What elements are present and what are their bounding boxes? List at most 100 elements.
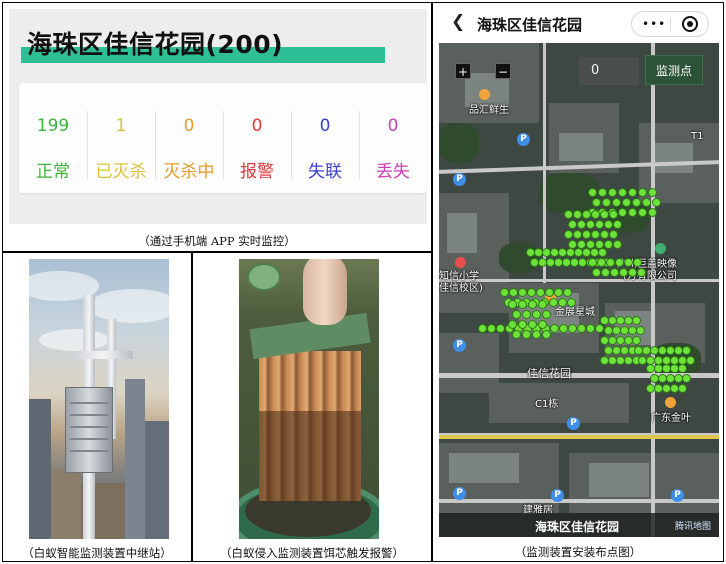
shop-poi-icon[interactable]: [479, 89, 490, 100]
monitoring-point-pin[interactable]: [510, 289, 517, 296]
monitoring-point-pin[interactable]: [671, 385, 678, 392]
monitoring-point-pin[interactable]: [563, 259, 570, 266]
monitoring-point-pin[interactable]: [601, 357, 608, 364]
satellite-map[interactable]: + − 0 监测点 品汇鲜生 T1 P P P P P P P 知信小学 佳信校…: [439, 43, 719, 537]
monitor-points-button[interactable]: 监测点: [645, 55, 703, 85]
monitoring-point-pin[interactable]: [601, 211, 608, 218]
monitoring-point-pin[interactable]: [513, 331, 520, 338]
monitoring-point-pin[interactable]: [649, 189, 656, 196]
monitoring-point-pin[interactable]: [613, 327, 620, 334]
monitoring-point-pin[interactable]: [633, 199, 640, 206]
monitoring-point-pin[interactable]: [575, 249, 582, 256]
monitoring-point-pin[interactable]: [488, 325, 495, 332]
monitoring-point-pin[interactable]: [683, 375, 690, 382]
monitoring-point-pin[interactable]: [649, 209, 656, 216]
monitoring-point-pin[interactable]: [671, 365, 678, 372]
parking-icon[interactable]: P: [671, 489, 684, 502]
monitoring-point-pin[interactable]: [603, 199, 610, 206]
monitoring-point-pin[interactable]: [667, 347, 674, 354]
monitoring-point-pin[interactable]: [655, 357, 662, 364]
monitoring-point-pin[interactable]: [528, 289, 535, 296]
monitoring-point-pin[interactable]: [609, 317, 616, 324]
monitoring-point-pin[interactable]: [596, 241, 603, 248]
monitoring-point-pin[interactable]: [679, 357, 686, 364]
monitoring-point-pin[interactable]: [647, 385, 654, 392]
monitoring-point-pin[interactable]: [651, 347, 658, 354]
monitoring-point-pin[interactable]: [567, 249, 574, 256]
monitoring-point-pin[interactable]: [539, 259, 546, 266]
monitoring-point-pin[interactable]: [643, 347, 650, 354]
parking-icon[interactable]: P: [453, 173, 466, 186]
monitoring-point-pin[interactable]: [551, 249, 558, 256]
monitoring-point-pin[interactable]: [601, 231, 608, 238]
monitoring-point-pin[interactable]: [659, 347, 666, 354]
monitoring-point-pin[interactable]: [583, 231, 590, 238]
monitoring-point-pin[interactable]: [537, 289, 544, 296]
monitoring-point-pin[interactable]: [647, 357, 654, 364]
monitoring-point-pin[interactable]: [602, 269, 609, 276]
monitoring-point-pin[interactable]: [523, 311, 530, 318]
monitoring-point-pin[interactable]: [617, 337, 624, 344]
monitoring-point-pin[interactable]: [687, 357, 694, 364]
monitoring-point-pin[interactable]: [616, 259, 623, 266]
monitoring-point-pin[interactable]: [565, 211, 572, 218]
monitoring-point-pin[interactable]: [607, 259, 614, 266]
monitoring-point-pin[interactable]: [587, 221, 594, 228]
parking-icon[interactable]: P: [453, 487, 466, 500]
cinema-poi-icon[interactable]: [655, 243, 666, 254]
monitoring-point-pin[interactable]: [497, 325, 504, 332]
monitoring-point-pin[interactable]: [593, 269, 600, 276]
parking-icon[interactable]: P: [517, 133, 530, 146]
monitoring-point-pin[interactable]: [539, 301, 546, 308]
monitoring-point-pin[interactable]: [617, 357, 624, 364]
monitoring-point-pin[interactable]: [663, 357, 670, 364]
monitoring-point-pin[interactable]: [605, 347, 612, 354]
monitoring-point-pin[interactable]: [619, 189, 626, 196]
monitoring-point-pin[interactable]: [643, 199, 650, 206]
monitoring-point-pin[interactable]: [527, 249, 534, 256]
monitoring-point-pin[interactable]: [550, 299, 557, 306]
parking-icon[interactable]: P: [567, 417, 580, 430]
monitoring-point-pin[interactable]: [547, 259, 554, 266]
parking-icon[interactable]: P: [453, 339, 466, 352]
monitoring-point-pin[interactable]: [639, 357, 646, 364]
monitoring-point-pin[interactable]: [663, 385, 670, 392]
monitoring-point-pin[interactable]: [479, 325, 486, 332]
monitoring-point-pin[interactable]: [513, 311, 520, 318]
monitoring-point-pin[interactable]: [613, 347, 620, 354]
monitoring-point-pin[interactable]: [639, 189, 646, 196]
monitoring-point-pin[interactable]: [605, 221, 612, 228]
monitoring-point-pin[interactable]: [610, 231, 617, 238]
monitoring-point-pin[interactable]: [625, 259, 632, 266]
monitoring-point-pin[interactable]: [621, 327, 628, 334]
monitoring-point-pin[interactable]: [635, 347, 642, 354]
monitoring-point-pin[interactable]: [655, 385, 662, 392]
monitoring-point-pin[interactable]: [639, 209, 646, 216]
monitoring-point-pin[interactable]: [679, 385, 686, 392]
chevron-left-icon[interactable]: ❮: [451, 12, 465, 32]
monitoring-point-pin[interactable]: [523, 331, 530, 338]
monitoring-point-pin[interactable]: [587, 325, 594, 332]
monitoring-point-pin[interactable]: [633, 317, 640, 324]
monitoring-point-pin[interactable]: [629, 189, 636, 196]
monitoring-point-pin[interactable]: [667, 375, 674, 382]
zoom-out-button[interactable]: −: [495, 63, 511, 79]
monitoring-point-pin[interactable]: [569, 325, 576, 332]
bank-poi-icon[interactable]: [665, 397, 676, 408]
monitoring-point-pin[interactable]: [543, 249, 550, 256]
monitoring-point-pin[interactable]: [579, 259, 586, 266]
monitoring-point-pin[interactable]: [592, 231, 599, 238]
monitoring-point-pin[interactable]: [578, 221, 585, 228]
monitoring-point-pin[interactable]: [555, 289, 562, 296]
monitoring-point-pin[interactable]: [559, 299, 566, 306]
monitoring-point-pin[interactable]: [671, 357, 678, 364]
monitoring-point-pin[interactable]: [543, 311, 550, 318]
monitoring-point-pin[interactable]: [609, 357, 616, 364]
monitoring-point-pin[interactable]: [531, 259, 538, 266]
monitoring-point-pin[interactable]: [625, 317, 632, 324]
monitoring-point-pin[interactable]: [529, 301, 536, 308]
monitoring-point-pin[interactable]: [551, 325, 558, 332]
monitoring-point-pin[interactable]: [598, 259, 605, 266]
monitoring-point-pin[interactable]: [519, 321, 526, 328]
monitoring-point-pin[interactable]: [569, 221, 576, 228]
